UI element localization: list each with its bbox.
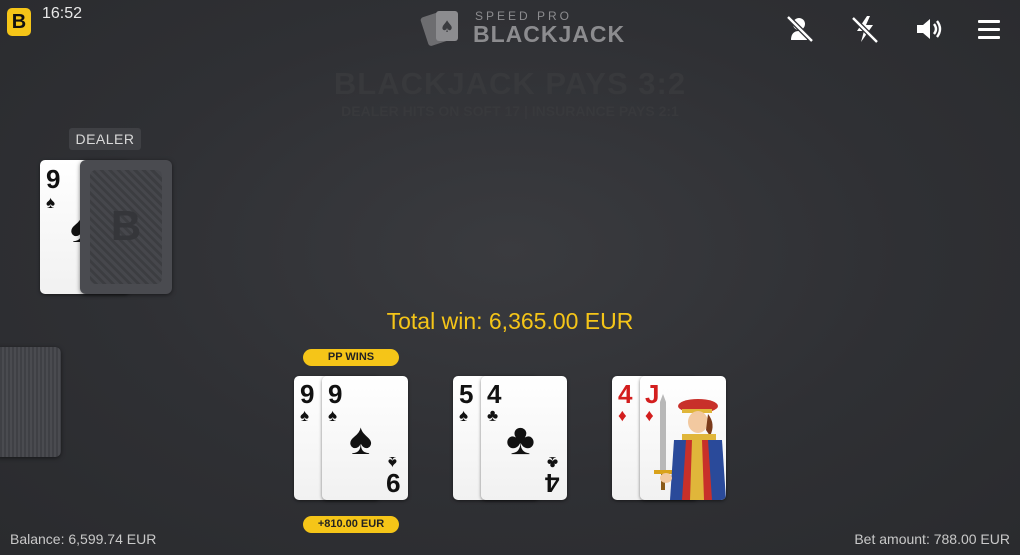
card-rank: 9 — [386, 468, 401, 498]
card-rank: 9 — [328, 379, 343, 409]
table-rules: DEALER HITS ON SOFT 17 | INSURANCE PAYS … — [341, 103, 679, 119]
no-video-icon[interactable] — [784, 13, 816, 45]
logo-title: BLACKJACK — [473, 21, 626, 47]
spade-icon: ♠ — [459, 406, 469, 425]
menu-icon[interactable] — [973, 13, 1005, 45]
jack-portrait-icon — [654, 394, 726, 500]
card-back-logo: B — [110, 202, 142, 249]
volume-icon[interactable] — [913, 13, 945, 45]
player-card: 4 ♣ ♣ ♣ 4 — [481, 376, 567, 500]
perfect-pairs-badge: PP WINS — [303, 349, 399, 366]
spade-icon: ♠ — [328, 406, 338, 425]
card-rank: 4 — [545, 468, 560, 498]
side-bet-win-badge: +810.00 EUR — [303, 516, 399, 533]
spade-icon: ♠ — [300, 406, 310, 425]
svg-text:♠: ♠ — [440, 17, 454, 36]
dealer-hole-card: B — [80, 160, 172, 294]
no-flash-icon[interactable] — [849, 13, 881, 45]
brand-logo[interactable]: B — [7, 8, 31, 36]
club-icon: ♣ — [506, 415, 535, 464]
player-card: 9 ♠ ♠ ♠ 9 — [322, 376, 408, 500]
dealer-label: DEALER — [69, 128, 141, 150]
game-logo: ♠ SPEED PRO BLACKJACK — [420, 6, 624, 48]
balance-text: Balance: 6,599.74 EUR — [10, 531, 157, 547]
spade-icon: ♠ — [349, 415, 373, 464]
club-icon: ♣ — [487, 406, 499, 425]
total-win-text: Total win: 6,365.00 EUR — [386, 308, 634, 334]
player-card-jack: J ♦ — [640, 376, 726, 500]
card-shoe — [0, 347, 61, 457]
bet-amount-text: Bet amount: 788.00 EUR — [854, 531, 1010, 547]
card-rank: 9 — [46, 164, 61, 194]
card-rank: 9 — [300, 379, 315, 409]
card-rank: 5 — [459, 379, 474, 409]
cards-logo-icon: ♠ — [420, 8, 468, 48]
payout-heading: BLACKJACK PAYS 3:2 — [333, 66, 687, 101]
clock: 16:52 — [42, 5, 83, 22]
spade-icon: ♠ — [46, 193, 56, 212]
card-rank: 4 — [618, 379, 633, 409]
diamond-icon: ♦ — [618, 406, 627, 425]
card-rank: 4 — [487, 379, 502, 409]
